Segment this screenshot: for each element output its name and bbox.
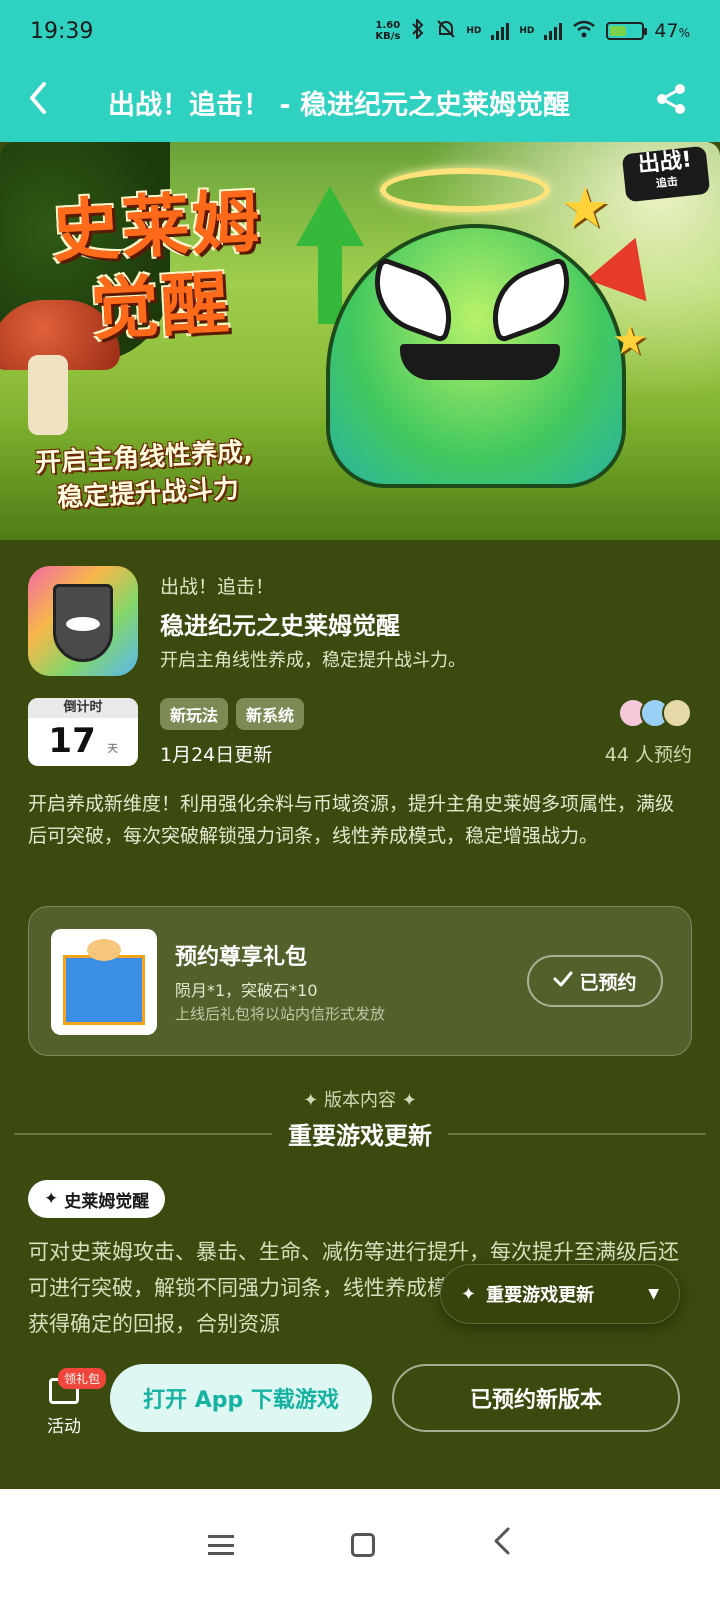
section-title-row: 重要游戏更新 bbox=[14, 1116, 706, 1151]
game-logo-badge-sub: 追击 bbox=[655, 174, 679, 191]
star-icon-small: ★ bbox=[612, 318, 648, 364]
system-nav-bar bbox=[0, 1489, 720, 1600]
feature-pill-label: 史莱姆觉醒 bbox=[64, 1191, 150, 1212]
section-subtitle: ✦ 版本内容 ✦ bbox=[303, 1090, 417, 1111]
app-name: 稳进纪元之史莱姆觉醒 bbox=[160, 612, 400, 640]
gift-box-image bbox=[51, 929, 157, 1035]
section-jump-label: 重要游戏更新 bbox=[486, 1285, 595, 1306]
network-type-2: HD bbox=[519, 26, 535, 36]
tag-new-gameplay[interactable]: 新玩法 bbox=[160, 698, 229, 730]
gift-items: 陨月*1，突破石*10 bbox=[175, 981, 318, 1000]
banner-logo-text: 史莱姆觉醒 bbox=[24, 181, 294, 362]
mushroom-stem bbox=[28, 355, 68, 435]
signal-icon bbox=[491, 22, 510, 40]
sparkle-icon: ✦ bbox=[461, 1283, 477, 1305]
countdown-unit: 天 bbox=[107, 744, 118, 755]
back-arrow-icon[interactable] bbox=[26, 80, 66, 125]
gift-title: 预约尊享礼包 bbox=[175, 945, 308, 970]
countdown-value: 17 bbox=[48, 721, 96, 761]
section-jump-button[interactable]: ✦ 重要游戏更新 ▼ bbox=[440, 1264, 680, 1324]
top-navbar: 出战！追击！ - 稳进纪元之史莱姆觉醒 bbox=[0, 62, 720, 142]
recent-apps-icon[interactable] bbox=[208, 1534, 235, 1555]
slime-halo bbox=[380, 168, 550, 212]
countdown-card: 倒计时 17 天 bbox=[28, 698, 138, 766]
game-logo-badge-title: 出战! bbox=[636, 147, 693, 178]
bottom-action-bar: 领礼包 活动 打开 App 下载游戏 已预约新版本 bbox=[0, 1344, 720, 1489]
gift-bow bbox=[87, 939, 121, 961]
status-icons: 1.60 KB/s HD HD 47% bbox=[375, 17, 690, 44]
divider bbox=[14, 1132, 272, 1135]
reserved-button-label: 已预约 bbox=[579, 971, 637, 994]
network-speed-unit: KB/s bbox=[375, 31, 401, 42]
divider bbox=[448, 1132, 706, 1135]
open-app-button[interactable]: 打开 App 下载游戏 bbox=[110, 1364, 372, 1432]
battery-icon bbox=[606, 22, 648, 40]
signal-icon-2 bbox=[544, 22, 563, 40]
status-bar: 19:39 1.60 KB/s HD HD 47% bbox=[0, 0, 720, 62]
update-date: 1月24日更新 bbox=[160, 744, 273, 766]
share-icon[interactable] bbox=[654, 82, 694, 122]
battery-value: 47 bbox=[654, 20, 679, 42]
countdown-value-row: 17 天 bbox=[28, 718, 138, 766]
caret-down-icon: ▼ bbox=[648, 1286, 659, 1302]
bluetooth-icon bbox=[410, 17, 426, 44]
countdown-label: 倒计时 bbox=[28, 698, 138, 718]
banner-slogan: 开启主角线性养成, 稳定提升战斗力 bbox=[34, 430, 327, 517]
tag-list: 新玩法 新系统 bbox=[160, 698, 305, 730]
gift-pack-card[interactable]: 预约尊享礼包 陨月*1，突破石*10 上线后礼包将以站内信形式发放 已预约 bbox=[28, 906, 692, 1056]
page-title: 出战！追击！ - 稳进纪元之史莱姆觉醒 bbox=[108, 89, 571, 121]
home-icon[interactable] bbox=[350, 1532, 375, 1557]
gift-note: 上线后礼包将以站内信形式发放 bbox=[175, 1005, 386, 1023]
battery-unit: % bbox=[678, 26, 690, 40]
check-icon bbox=[553, 970, 573, 993]
app-description: 开启养成新维度！利用强化余料与币域资源，提升主角史莱姆多项属性，满级后可突破，每… bbox=[28, 793, 675, 847]
avatar bbox=[662, 698, 692, 728]
gift-box bbox=[63, 955, 145, 1025]
system-back-icon[interactable] bbox=[492, 1526, 512, 1564]
star-icon: ★ bbox=[560, 176, 611, 241]
activity-button[interactable]: 领礼包 活动 bbox=[36, 1368, 107, 1437]
gift-badge: 领礼包 bbox=[58, 1368, 107, 1389]
app-subtitle: 开启主角线性养成，稳定提升战斗力。 bbox=[160, 650, 466, 671]
sparkle-icon: ✦ bbox=[44, 1189, 59, 1209]
banner-logo: 史莱姆觉醒 bbox=[49, 182, 264, 351]
activity-label: 活动 bbox=[47, 1417, 81, 1437]
feature-pill: ✦ 史莱姆觉醒 bbox=[28, 1180, 166, 1218]
wifi-icon bbox=[572, 20, 596, 43]
section-title: 重要游戏更新 bbox=[288, 1122, 432, 1150]
app-name-small: 出战！追击！ bbox=[160, 576, 275, 598]
reserved-button[interactable]: 已预约 bbox=[527, 955, 663, 1007]
tag-new-system[interactable]: 新系统 bbox=[236, 698, 305, 730]
network-type-1: HD bbox=[466, 26, 482, 36]
slime-mouth bbox=[400, 344, 560, 380]
mute-bell-icon bbox=[436, 19, 456, 44]
green-arrow-image bbox=[296, 186, 364, 246]
booked-count: 44 人预约 bbox=[604, 744, 692, 766]
game-logo-badge: 出战! 追击 bbox=[621, 145, 711, 203]
status-time: 19:39 bbox=[30, 18, 94, 44]
network-speed-value: 1.60 bbox=[375, 20, 401, 31]
app-icon-tower bbox=[53, 584, 113, 662]
battery-level: 47% bbox=[654, 20, 690, 42]
avatar-group[interactable] bbox=[618, 698, 692, 728]
booked-version-button[interactable]: 已预约新版本 bbox=[392, 1364, 680, 1432]
network-speed: 1.60 KB/s bbox=[375, 20, 400, 42]
app-icon bbox=[28, 566, 138, 676]
battery-fill bbox=[610, 26, 627, 36]
